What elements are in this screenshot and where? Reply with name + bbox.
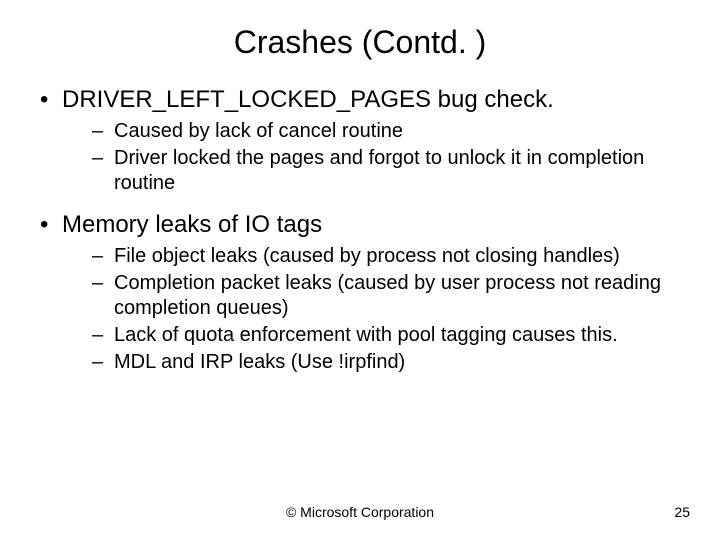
slide: Crashes (Contd. ) DRIVER_LEFT_LOCKED_PAG… bbox=[0, 0, 720, 540]
bullet-text: Memory leaks of IO tags bbox=[62, 211, 322, 238]
sub-bullet-list: Caused by lack of cancel routine Driver … bbox=[62, 119, 680, 196]
bullet-list: DRIVER_LEFT_LOCKED_PAGES bug check. Caus… bbox=[40, 85, 680, 375]
slide-content: DRIVER_LEFT_LOCKED_PAGES bug check. Caus… bbox=[0, 61, 720, 375]
sub-bullet-item: Driver locked the pages and forgot to un… bbox=[62, 146, 680, 196]
bullet-item: Memory leaks of IO tags File object leak… bbox=[40, 210, 680, 375]
footer-page-number: 25 bbox=[674, 504, 690, 520]
slide-title: Crashes (Contd. ) bbox=[0, 0, 720, 61]
sub-bullet-item: MDL and IRP leaks (Use !irpfind) bbox=[62, 350, 680, 375]
sub-bullet-item: Caused by lack of cancel routine bbox=[62, 119, 680, 144]
sub-bullet-item: File object leaks (caused by process not… bbox=[62, 244, 680, 269]
bullet-text: DRIVER_LEFT_LOCKED_PAGES bug check. bbox=[62, 86, 554, 113]
sub-bullet-list: File object leaks (caused by process not… bbox=[62, 244, 680, 375]
footer-copyright: © Microsoft Corporation bbox=[0, 504, 720, 520]
sub-bullet-item: Lack of quota enforcement with pool tagg… bbox=[62, 323, 680, 348]
bullet-item: DRIVER_LEFT_LOCKED_PAGES bug check. Caus… bbox=[40, 85, 680, 196]
sub-bullet-item: Completion packet leaks (caused by user … bbox=[62, 271, 680, 321]
